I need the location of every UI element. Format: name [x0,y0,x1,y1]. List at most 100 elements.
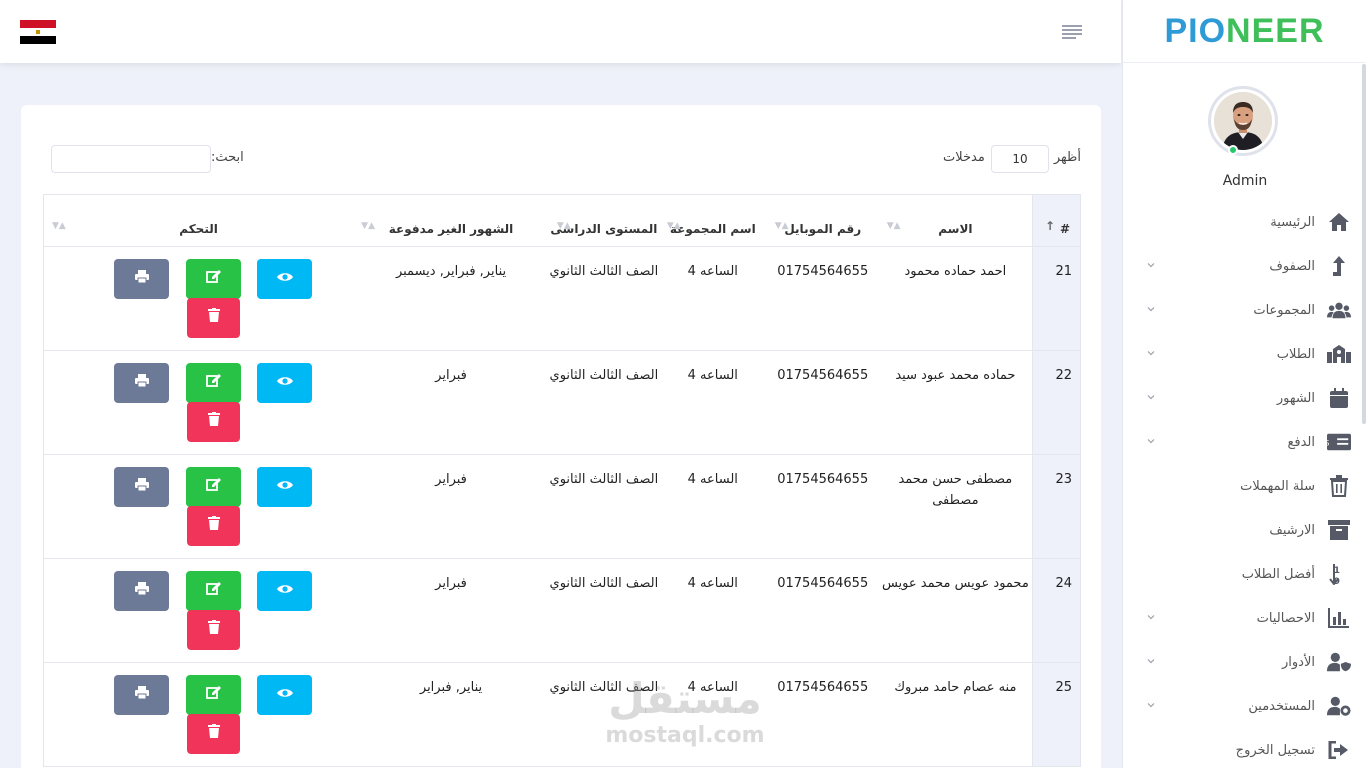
sidebar-item-logout[interactable]: تسجيل الخروج [1123,728,1366,768]
svg-text:$: $ [1327,438,1330,449]
view-button[interactable] [257,571,313,611]
table-header-row: # ↑ الاسم ▲▼ رقم الموبايل ▲▼ اسم المجموعة ▲▼… [43,194,1081,247]
sidebar: PIO NEER Admin الرئيسية الصفوف المجموعات… [1122,0,1366,768]
sort-icon: ▲▼ [774,221,789,231]
sidebar-item-label: الأدوار [1282,654,1315,670]
money-check-icon: $ [1327,430,1351,454]
students-card: أظهر 10 مدخلات ابحث: # ↑ الاسم ▲▼ رقم المو… [21,105,1101,768]
print-icon [134,373,149,394]
eye-icon [276,373,293,394]
print-button[interactable] [114,675,170,715]
cell-num: 24 [1032,558,1081,663]
level-up-icon [1327,254,1351,278]
sidebar-item-months[interactable]: الشهور [1123,376,1366,420]
sidebar-item-label: الصفوف [1269,258,1315,274]
delete-button[interactable] [187,714,241,754]
cell-group: الساعه 4 [658,454,767,559]
print-button[interactable] [114,467,170,507]
cell-mobile: 01754564655 [766,246,879,351]
cell-mobile: 01754564655 [766,454,879,559]
delete-button[interactable] [187,506,241,546]
sidebar-item-statistics[interactable]: الاحصاليات [1123,596,1366,640]
chevron-down-icon [1147,439,1155,444]
sidebar-item-groups[interactable]: المجموعات [1123,288,1366,332]
students-table: # ↑ الاسم ▲▼ رقم الموبايل ▲▼ اسم المجموعة ▲▼… [43,194,1081,767]
view-button[interactable] [257,467,313,507]
edit-icon [206,581,222,602]
egypt-flag-icon[interactable] [20,20,56,44]
show-label: أظهر [1053,150,1081,165]
sidebar-item-roles[interactable]: الأدوار [1123,640,1366,684]
cell-control [43,454,354,559]
edit-button[interactable] [186,467,242,507]
sidebar-item-students[interactable]: الطلاب [1123,332,1366,376]
sidebar-item-label: أفضل الطلاب [1241,566,1315,582]
sidebar-item-label: المجموعات [1253,302,1315,318]
view-button[interactable] [257,675,313,715]
delete-button[interactable] [187,298,241,338]
edit-button[interactable] [186,259,242,299]
view-button[interactable] [257,363,313,403]
print-icon [134,581,149,602]
delete-button[interactable] [187,610,241,650]
sidebar-item-label: الارشيف [1269,522,1315,538]
cell-name: حماده محمد عبود سيد [878,350,1033,455]
edit-icon [206,685,222,706]
chevron-down-icon [1147,351,1155,356]
menu-toggle-icon[interactable] [1062,25,1082,39]
sidebar-item-label: الطلاب [1276,346,1315,362]
sidebar-item-classes[interactable]: الصفوف [1123,244,1366,288]
col-header-name[interactable]: الاسم ▲▼ [878,194,1033,247]
col-header-control[interactable]: التحكم ▲▼ [43,194,354,247]
archive-icon [1327,518,1351,542]
home-icon [1327,210,1351,234]
col-header-mobile[interactable]: رقم الموبايل ▲▼ [766,194,879,247]
sort-asc-icon: ↑ [1045,219,1056,233]
edit-button[interactable] [186,571,242,611]
table-row: 22 حماده محمد عبود سيد 01754564655 الساعه 4… [43,350,1081,455]
print-button[interactable] [114,259,170,299]
table-row: 25 منه عصام حامد مبروك 01754564655 الساعه 4… [43,662,1081,767]
sort-icon: ▲▼ [666,221,681,231]
watermark: مستقل mostaql.com [605,674,765,749]
edit-button[interactable] [186,675,242,715]
col-header-level[interactable]: المستوى الدراسى ▲▼ [548,194,659,247]
cell-mobile: 01754564655 [766,558,879,663]
svg-text:9: 9 [1334,577,1340,585]
col-header-group[interactable]: اسم المجموعة ▲▼ [658,194,767,247]
users-icon [1327,298,1351,322]
col-header-months[interactable]: الشهور الغير مدفوعة ▲▼ [353,194,549,247]
cell-control [43,558,354,663]
print-button[interactable] [114,363,170,403]
sort-icon: ▲▼ [886,221,901,231]
print-button[interactable] [114,571,170,611]
sidebar-item-users[interactable]: المستخدمين [1123,684,1366,728]
sidebar-item-home[interactable]: الرئيسية [1123,200,1366,244]
sort-icon: ▲▼ [556,221,571,231]
print-icon [134,685,149,706]
sidebar-item-payment[interactable]: $ الدفع [1123,420,1366,464]
sidebar-item-archive[interactable]: الارشيف [1123,508,1366,552]
cell-level: الصف الثالث الثانوي [548,350,659,455]
cell-months: يناير, فبراير [353,662,549,767]
sidebar-item-trash[interactable]: سلة المهملات [1123,464,1366,508]
sidebar-item-label: سلة المهملات [1240,478,1315,494]
trash-icon [1327,474,1351,498]
search-input[interactable] [51,145,211,173]
cell-num: 21 [1032,246,1081,351]
cell-num: 23 [1032,454,1081,559]
cell-control [43,246,354,351]
logo[interactable]: PIO NEER [1123,0,1366,63]
page-length-select[interactable]: 10 [991,145,1049,173]
delete-button[interactable] [187,402,241,442]
edit-button[interactable] [186,363,242,403]
col-header-num[interactable]: # ↑ [1032,194,1081,247]
avatar[interactable] [1208,86,1278,156]
eye-icon [276,581,293,602]
sort-icon: ▲▼ [52,221,66,231]
calendar-icon [1327,386,1351,410]
sidebar-item-label: المستخدمين [1248,698,1315,714]
eye-icon [276,269,293,290]
view-button[interactable] [257,259,313,299]
sidebar-item-top-students[interactable]: 19 أفضل الطلاب [1123,552,1366,596]
